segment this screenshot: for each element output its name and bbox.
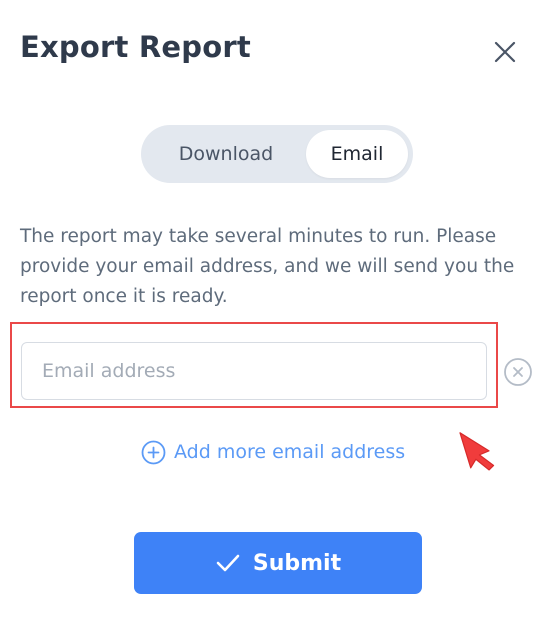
- plus-circle-icon: [141, 440, 166, 465]
- dialog-title: Export Report: [20, 30, 251, 64]
- cursor-arrow-icon: [458, 428, 498, 474]
- close-button[interactable]: [490, 38, 520, 68]
- tab-download[interactable]: Download: [151, 130, 301, 178]
- description-text: The report may take several minutes to r…: [20, 226, 515, 307]
- add-email-link[interactable]: Add more email address: [141, 436, 405, 468]
- export-report-dialog: Export Report Download Email The report …: [0, 0, 560, 635]
- check-icon: [215, 552, 241, 574]
- add-email-label: Add more email address: [174, 441, 406, 463]
- tab-email[interactable]: Email: [306, 130, 408, 178]
- export-method-toggle: Download Email: [141, 125, 413, 183]
- close-icon: [490, 38, 520, 68]
- remove-email-button[interactable]: [503, 357, 533, 387]
- submit-button[interactable]: Submit: [134, 532, 422, 594]
- remove-circle-icon: [503, 358, 533, 391]
- email-field[interactable]: [21, 342, 487, 400]
- submit-label: Submit: [252, 550, 342, 576]
